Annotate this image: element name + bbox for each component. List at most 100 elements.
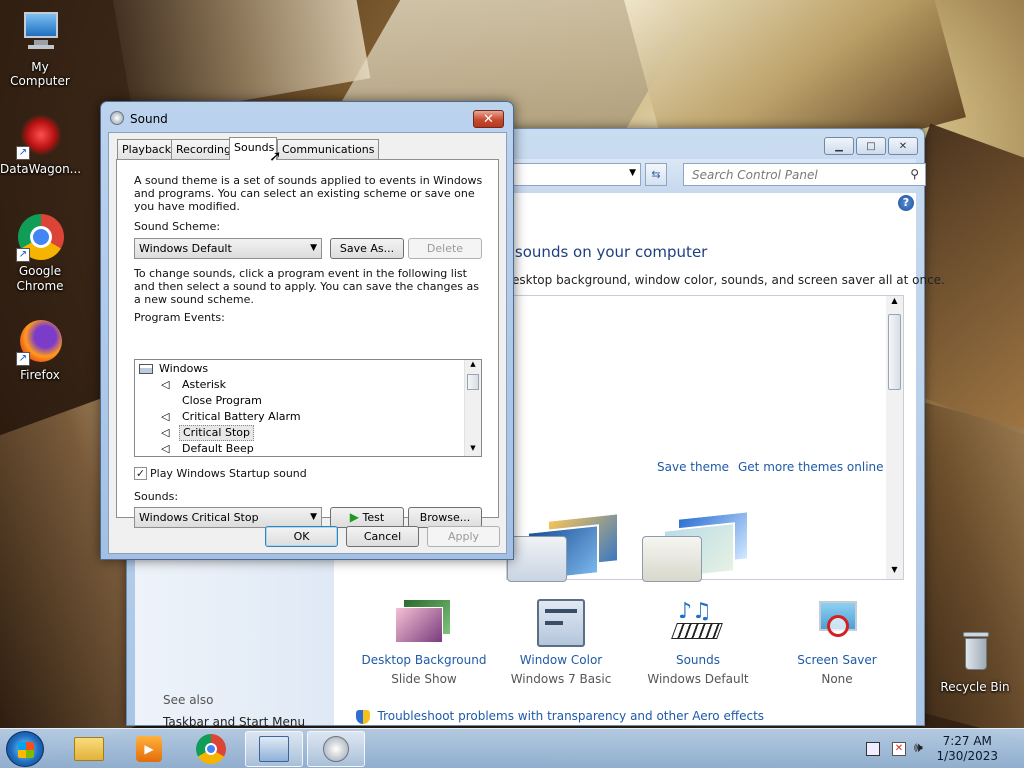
close-icon: ✕ xyxy=(483,111,494,127)
desktop-icon-label: My Computer xyxy=(10,60,70,88)
minimize-button[interactable]: ▁ xyxy=(824,137,854,155)
speaker-icon: ◁ xyxy=(161,378,170,391)
delete-button[interactable]: Delete xyxy=(408,238,482,259)
firefox-icon: ↗ xyxy=(16,318,64,366)
scroll-up-arrow[interactable]: ▲ xyxy=(465,360,481,372)
speaker-icon xyxy=(323,736,349,762)
get-more-themes-link[interactable]: Get more themes online xyxy=(738,460,884,474)
sounds-label: Sounds: xyxy=(134,490,179,503)
minimize-icon: ▁ xyxy=(835,140,843,152)
tile-value: Windows Default xyxy=(647,672,749,686)
shortcut-arrow-icon: ↗ xyxy=(16,352,30,366)
desktop-icon-datawagon[interactable]: ↗ DataWagon... xyxy=(0,112,81,176)
intro-text: A sound theme is a set of sounds applied… xyxy=(134,174,483,213)
taskbar-chrome-button[interactable] xyxy=(182,731,240,767)
ok-button[interactable]: OK xyxy=(265,526,338,547)
chrome-icon xyxy=(196,734,226,764)
refresh-button[interactable]: ⇆ xyxy=(645,163,667,186)
desktop-icon-google-chrome[interactable]: ↗ Google Chrome xyxy=(0,214,80,294)
scroll-down-arrow[interactable]: ▼ xyxy=(886,565,903,579)
taskbar-start-menu-link[interactable]: Taskbar and Start Menu xyxy=(163,715,305,729)
save-theme-link[interactable]: Save theme xyxy=(657,460,729,474)
theme-list: ▲ ▼ Save theme Get more themes online xyxy=(506,295,904,582)
browse-button[interactable]: Browse... xyxy=(408,507,482,528)
search-icon: ⚲ xyxy=(910,167,919,181)
cancel-button[interactable]: Cancel xyxy=(346,526,419,547)
desktop-icon-label: Google Chrome xyxy=(16,264,64,293)
tile-title: Screen Saver xyxy=(797,653,877,667)
desktop-icon-my-computer[interactable]: My Computer xyxy=(0,10,80,88)
scroll-thumb[interactable] xyxy=(467,374,479,390)
maximize-icon: □ xyxy=(866,140,876,152)
troubleshoot-link[interactable]: Troubleshoot problems with transparency … xyxy=(356,709,764,724)
taskbar-explorer-button[interactable] xyxy=(60,731,118,767)
tile-screen-saver[interactable]: Screen Saver None xyxy=(771,599,903,686)
list-item[interactable]: Windows xyxy=(135,361,465,377)
close-button[interactable]: ✕ xyxy=(888,137,918,155)
startup-sound-checkbox[interactable]: ✓ xyxy=(134,467,147,480)
page-subheading: esktop background, window color, sounds,… xyxy=(512,273,945,287)
taskbar: ▶ ✕ 🕪 7:27 AM 1/30/2023 xyxy=(0,728,1024,768)
speaker-icon: ◁ xyxy=(161,410,170,423)
tile-title: Desktop Background xyxy=(361,653,487,667)
help-icon[interactable]: ? xyxy=(898,195,914,211)
play-icon: ▶ xyxy=(349,510,360,524)
tab-communications[interactable]: Communications xyxy=(277,139,380,159)
control-panel-icon xyxy=(259,736,289,762)
theme-thumbnail-1[interactable] xyxy=(507,506,637,582)
window-caption-buttons: ▁ □ ✕ xyxy=(824,137,918,155)
theme-list-scrollbar[interactable]: ▲ ▼ xyxy=(886,296,903,579)
sounds-dropdown[interactable]: Windows Critical Stop ▼ xyxy=(134,507,322,528)
clock-time: 7:27 AM xyxy=(942,734,992,748)
tray-network-icon[interactable] xyxy=(866,742,880,756)
mouse-cursor: ➚ xyxy=(269,147,282,165)
program-events-list[interactable]: Windows ◁ Asterisk Close Program ◁ Criti… xyxy=(134,359,482,457)
scroll-thumb[interactable] xyxy=(888,314,901,390)
refresh-icon: ⇆ xyxy=(651,168,661,181)
close-button[interactable]: ✕ xyxy=(473,110,504,128)
system-clock[interactable]: 7:27 AM 1/30/2023 xyxy=(936,734,998,764)
tile-title: Window Color xyxy=(519,653,603,667)
tray-volume-icon[interactable]: 🕪 xyxy=(914,740,923,756)
dropdown-arrow-icon: ▼ xyxy=(310,512,317,522)
list-item[interactable]: Close Program xyxy=(135,393,465,409)
list-item-selected[interactable]: ◁ Critical Stop xyxy=(135,425,465,441)
events-scrollbar[interactable]: ▲ ▼ xyxy=(464,360,481,456)
tile-value: Slide Show xyxy=(391,672,457,686)
tile-sounds[interactable]: ♪♫ Sounds Windows Default xyxy=(632,599,764,686)
startup-sound-label[interactable]: Play Windows Startup sound xyxy=(150,467,307,480)
tab-playback[interactable]: Playback xyxy=(117,139,177,159)
search-input[interactable]: Search Control Panel ⚲ xyxy=(683,163,926,186)
computer-icon xyxy=(16,10,64,58)
taskbar-control-panel-button[interactable] xyxy=(245,731,303,767)
address-dropdown-arrow: ▼ xyxy=(629,168,636,178)
scroll-down-arrow[interactable]: ▼ xyxy=(465,444,481,456)
desktop-icon-firefox[interactable]: ↗ Firefox xyxy=(0,318,80,382)
taskbar-sound-button[interactable] xyxy=(307,731,365,767)
save-as-button[interactable]: Save As... xyxy=(330,238,404,259)
list-item[interactable]: ◁ Asterisk xyxy=(135,377,465,393)
taskbar-media-player-button[interactable]: ▶ xyxy=(120,731,178,767)
test-button[interactable]: ▶ Test xyxy=(330,507,404,528)
tray-action-center-icon[interactable]: ✕ xyxy=(892,742,906,756)
close-icon: ✕ xyxy=(898,140,908,152)
start-button[interactable] xyxy=(6,731,44,767)
address-dropdown[interactable]: ▼ xyxy=(505,163,641,186)
tile-window-color[interactable]: Window Color Windows 7 Basic xyxy=(495,599,627,686)
desktop-background-icon xyxy=(395,599,453,647)
windows-logo-icon xyxy=(18,742,34,758)
sound-scheme-dropdown[interactable]: Windows Default ▼ xyxy=(134,238,322,259)
tab-recording[interactable]: Recording xyxy=(171,139,237,159)
scroll-up-arrow[interactable]: ▲ xyxy=(886,296,903,310)
sound-dialog-icon xyxy=(110,111,124,125)
list-item[interactable]: ◁ Critical Battery Alarm xyxy=(135,409,465,425)
window-color-icon xyxy=(537,599,585,647)
sound-dialog: Sound ✕ Playback Recording Sounds Commun… xyxy=(100,101,514,560)
maximize-button[interactable]: □ xyxy=(856,137,886,155)
theme-thumbnail-2[interactable] xyxy=(637,506,767,582)
list-item[interactable]: ◁ Default Beep xyxy=(135,441,465,456)
apply-button[interactable]: Apply xyxy=(427,526,500,547)
desktop-icon-recycle-bin[interactable]: Recycle Bin xyxy=(935,630,1015,694)
clock-date: 1/30/2023 xyxy=(936,749,998,763)
tile-desktop-background[interactable]: Desktop Background Slide Show xyxy=(358,599,490,686)
